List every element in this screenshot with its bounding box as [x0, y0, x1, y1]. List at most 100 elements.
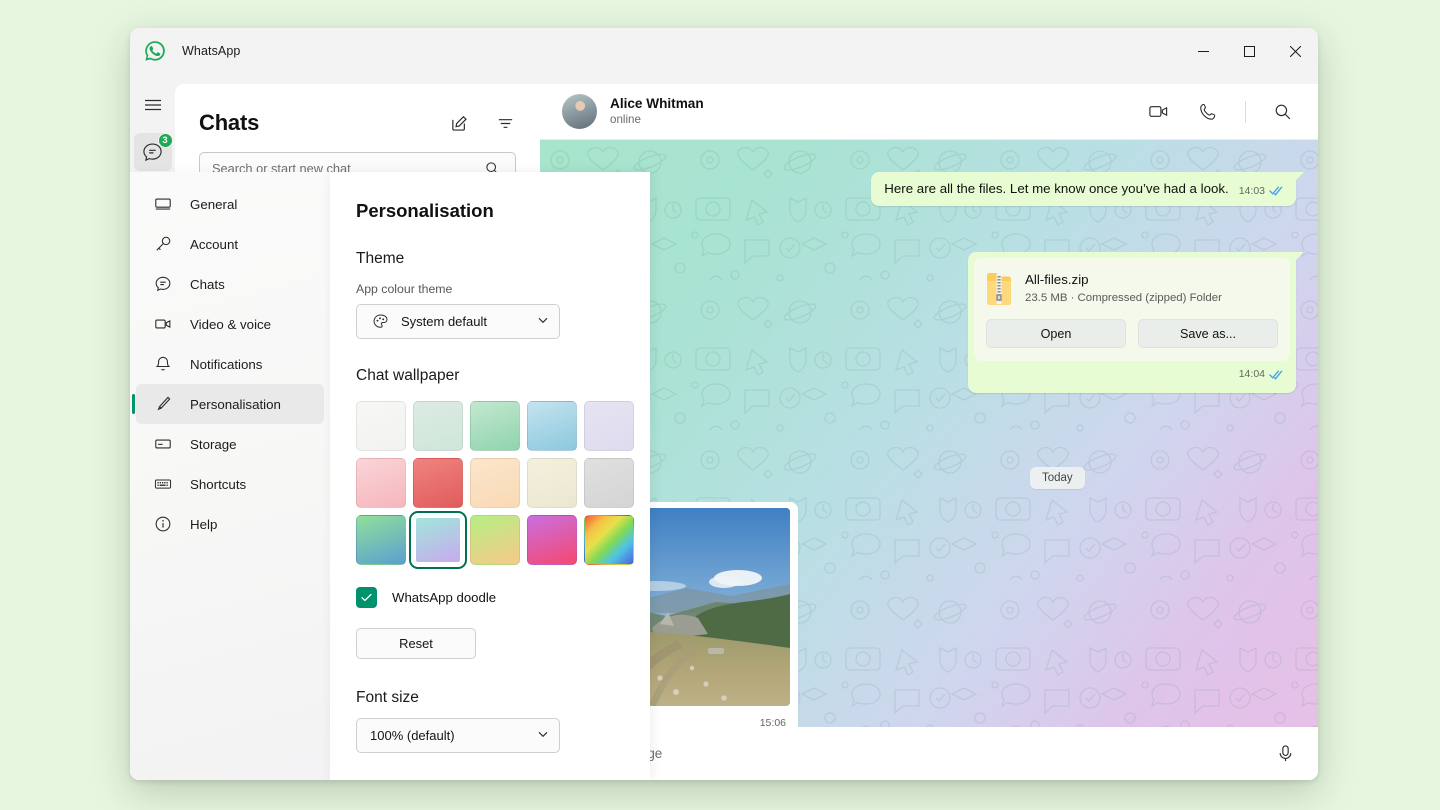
contact-name: Alice Whitman	[610, 96, 704, 113]
wallpaper-swatch-grid	[356, 401, 624, 565]
wallpaper-swatch-green[interactable]	[470, 401, 520, 451]
settings-detail-panel: Personalisation Theme App colour theme S…	[330, 172, 650, 780]
window-controls	[1180, 28, 1318, 74]
sidebar-item-label: General	[190, 197, 237, 212]
maximize-icon[interactable]	[1226, 28, 1272, 74]
close-icon[interactable]	[1272, 28, 1318, 74]
chat-bubble-icon	[152, 274, 173, 295]
chat-wallpaper-heading: Chat wallpaper	[356, 367, 624, 385]
sidebar-item-label: Personalisation	[190, 397, 281, 412]
sidebar-item-notifications[interactable]: Notifications	[136, 344, 324, 384]
sidebar-item-label: Account	[190, 237, 238, 252]
wallpaper-swatch-green-blue[interactable]	[356, 515, 406, 565]
wallpaper-swatch-purple-pink[interactable]	[527, 515, 577, 565]
save-as-button[interactable]: Save as...	[1138, 319, 1278, 348]
messages-scroll[interactable]: Here are all the files. Let me know once…	[540, 140, 1318, 780]
chats-header: Chats	[175, 84, 540, 136]
compose-new-chat-icon[interactable]	[446, 110, 472, 136]
app-colour-theme-value: System default	[401, 314, 487, 329]
reset-button[interactable]: Reset	[356, 628, 476, 659]
app-colour-theme-label: App colour theme	[356, 282, 624, 296]
contact-status: online	[610, 113, 704, 127]
sidebar-item-account[interactable]: Account	[136, 224, 324, 264]
message-meta: 14:03	[1239, 184, 1284, 198]
search-in-chat-icon[interactable]	[1270, 99, 1296, 125]
chevron-down-icon	[537, 314, 549, 329]
app-colour-theme-select[interactable]: System default	[356, 304, 560, 339]
conversation-actions	[1145, 99, 1296, 125]
theme-section-heading: Theme	[356, 250, 624, 268]
whatsapp-logo-icon	[143, 39, 167, 63]
bell-icon	[152, 354, 173, 375]
whatsapp-doodle-label: WhatsApp doodle	[392, 590, 496, 605]
message-input[interactable]	[564, 746, 1272, 761]
video-call-icon[interactable]	[1145, 99, 1171, 125]
video-camera-icon	[152, 314, 173, 335]
wallpaper-swatch-lavender[interactable]	[584, 401, 634, 451]
conversation-header: Alice Whitman online	[540, 84, 1318, 140]
wallpaper-swatch-lime-peach[interactable]	[470, 515, 520, 565]
wallpaper-swatch-mint-lilac[interactable]	[413, 515, 463, 565]
read-double-check-icon	[1269, 185, 1284, 196]
avatar[interactable]	[562, 94, 597, 129]
message-text: Here are all the files. Let me know once…	[884, 180, 1228, 198]
wallpaper-swatch-rainbow[interactable]	[584, 515, 634, 565]
page-title: Chats	[199, 110, 259, 136]
wallpaper-swatch-pale-mint[interactable]	[413, 401, 463, 451]
sidebar-item-help[interactable]: Help	[136, 504, 324, 544]
open-button[interactable]: Open	[986, 319, 1126, 348]
wallpaper-swatch-grey[interactable]	[584, 458, 634, 508]
wallpaper-swatch-pink[interactable]	[356, 458, 406, 508]
sidebar-item-label: Storage	[190, 437, 237, 452]
sidebar-item-personalisation[interactable]: Personalisation	[136, 384, 324, 424]
conversation-pane: Alice Whitman online	[540, 84, 1318, 780]
zip-folder-icon	[986, 272, 1012, 306]
wallpaper-swatch-peach[interactable]	[470, 458, 520, 508]
sidebar-item-chats[interactable]: 3	[134, 133, 172, 171]
message-time: 14:03	[1239, 184, 1265, 198]
sidebar-item-label: Help	[190, 517, 217, 532]
message-bubble[interactable]: Here are all the files. Let me know once…	[871, 172, 1296, 206]
file-info: All-files.zip 23.5 MB · Compressed (zipp…	[1025, 271, 1222, 306]
message-time: 14:04	[1239, 367, 1265, 381]
sidebar-item-chats[interactable]: Chats	[136, 264, 324, 304]
wallpaper-swatch-cream[interactable]	[527, 458, 577, 508]
check-icon	[360, 591, 373, 604]
wallpaper-swatch-white[interactable]	[356, 401, 406, 451]
file-meta: 23.5 MB · Compressed (zipped) Folder	[1025, 291, 1222, 306]
info-circle-icon	[152, 514, 173, 535]
whatsapp-doodle-row[interactable]: WhatsApp doodle	[356, 587, 624, 608]
divider	[1245, 101, 1246, 123]
message-meta: 14:04	[1239, 367, 1284, 381]
keyboard-icon	[152, 474, 173, 495]
whatsapp-doodle-checkbox[interactable]	[356, 587, 377, 608]
settings-nav: General Account Chats Video & voice Noti	[130, 172, 330, 780]
file-header: All-files.zip 23.5 MB · Compressed (zipp…	[974, 258, 1290, 319]
read-double-check-icon	[1269, 369, 1284, 380]
filter-icon[interactable]	[492, 110, 518, 136]
microphone-icon[interactable]	[1272, 741, 1298, 767]
message-composer	[540, 727, 1318, 780]
panel-title: Personalisation	[356, 200, 624, 222]
sidebar-item-video-voice[interactable]: Video & voice	[136, 304, 324, 344]
minimize-icon[interactable]	[1180, 28, 1226, 74]
paintbrush-icon	[152, 394, 173, 415]
message-bubble-file[interactable]: All-files.zip 23.5 MB · Compressed (zipp…	[968, 252, 1296, 393]
contact-meta: Alice Whitman online	[610, 96, 704, 127]
wallpaper-swatch-red[interactable]	[413, 458, 463, 508]
hamburger-menu-icon[interactable]	[134, 86, 172, 124]
voice-call-icon[interactable]	[1195, 99, 1221, 125]
font-size-heading: Font size	[356, 689, 624, 707]
sidebar-item-shortcuts[interactable]: Shortcuts	[136, 464, 324, 504]
sidebar-item-general[interactable]: General	[136, 184, 324, 224]
file-attachment-card[interactable]: All-files.zip 23.5 MB · Compressed (zipp…	[974, 258, 1290, 361]
app-title: WhatsApp	[182, 44, 240, 58]
wallpaper-swatch-blue[interactable]	[527, 401, 577, 451]
chevron-down-icon	[537, 728, 549, 743]
personalisation-content: Personalisation Theme App colour theme S…	[330, 172, 650, 753]
sidebar-item-storage[interactable]: Storage	[136, 424, 324, 464]
date-divider: Today	[1030, 467, 1085, 489]
font-size-select[interactable]: 100% (default)	[356, 718, 560, 753]
sidebar-item-label: Shortcuts	[190, 477, 246, 492]
storage-icon	[152, 434, 173, 455]
